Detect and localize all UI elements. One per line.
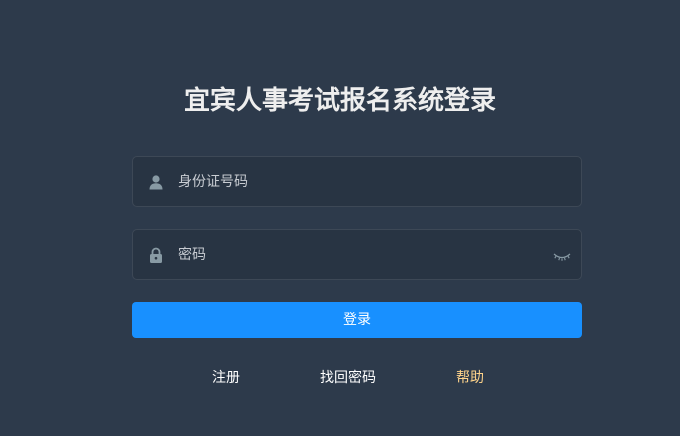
user-icon (148, 174, 164, 190)
password-field[interactable] (132, 229, 582, 280)
register-link[interactable]: 注册 (212, 368, 240, 388)
login-button[interactable]: 登录 (132, 302, 582, 338)
recover-password-link[interactable]: 找回密码 (320, 368, 376, 388)
id-number-field[interactable] (132, 156, 582, 207)
eye-closed-icon[interactable] (553, 248, 571, 261)
help-link[interactable]: 帮助 (456, 368, 484, 388)
id-number-input[interactable] (178, 157, 538, 206)
page-title: 宜宾人事考试报名系统登录 (183, 86, 496, 116)
lock-icon (148, 247, 164, 263)
password-input[interactable] (178, 230, 538, 279)
